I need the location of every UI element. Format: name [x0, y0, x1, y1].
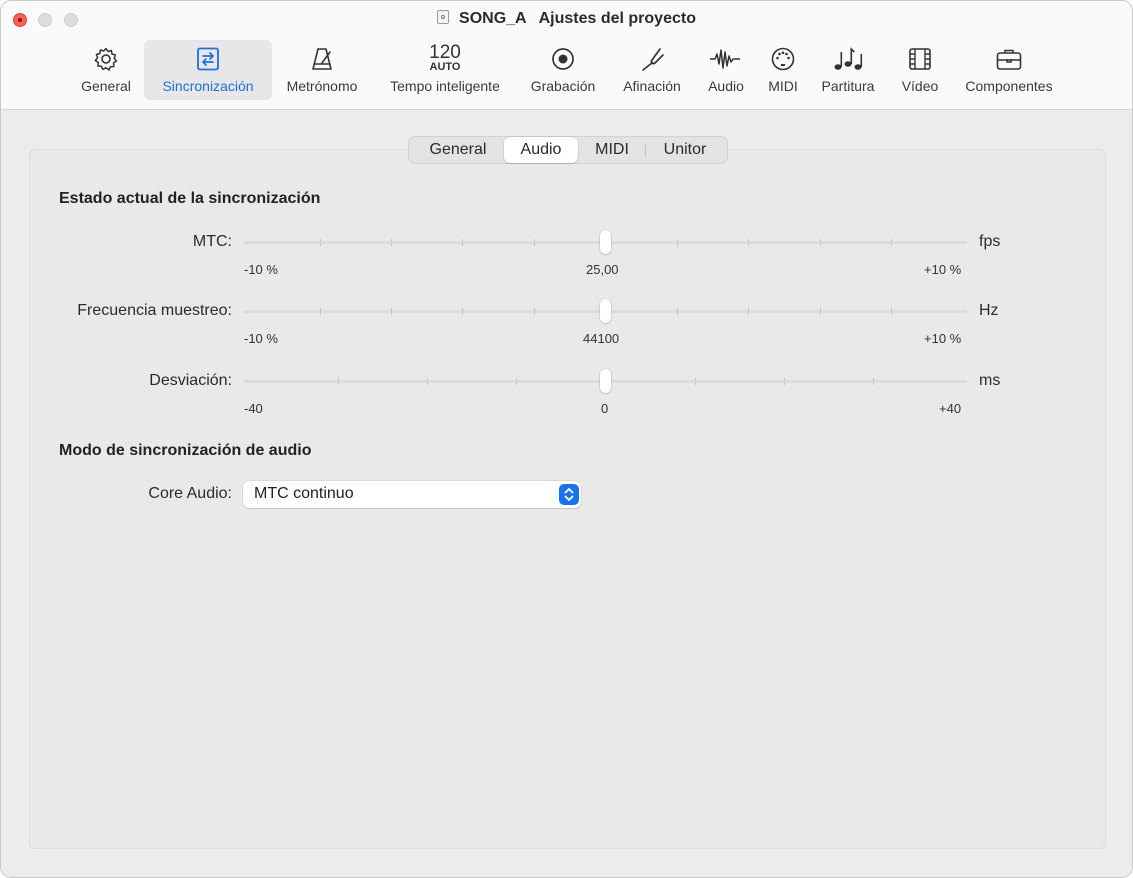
tick: [695, 378, 696, 385]
tick: [820, 239, 821, 246]
toolbar-tuning[interactable]: Afinación: [614, 40, 690, 100]
tick: [338, 378, 339, 385]
record-icon: [522, 46, 604, 72]
toolbar-label: Tempo inteligente: [390, 78, 500, 94]
deviation-label: Desviación:: [149, 372, 232, 389]
tempo-mode: AUTO: [429, 61, 461, 73]
toolbar-label: Afinación: [623, 78, 681, 94]
core-audio-value: MTC continuo: [254, 485, 354, 502]
notes-icon: [813, 46, 883, 72]
subtab-general[interactable]: General: [412, 137, 504, 163]
toolbar-label: Partitura: [821, 78, 875, 94]
toolbar-label: MIDI: [768, 78, 798, 94]
tick: [462, 239, 463, 246]
tick: [534, 239, 535, 246]
tick: [391, 239, 392, 246]
tick: [891, 239, 892, 246]
tick: [677, 308, 678, 315]
chevron-up-down-icon: [559, 484, 579, 505]
mtc-value: 25,00: [586, 262, 619, 277]
audio-sync-mode-heading: Modo de sincronización de audio: [59, 442, 312, 459]
toolbar-label: Audio: [708, 78, 744, 94]
tick: [391, 308, 392, 315]
tempo-bpm: 120: [429, 42, 461, 63]
document-icon: [437, 10, 450, 24]
tick: [820, 308, 821, 315]
subtab-audio[interactable]: Audio: [504, 137, 578, 163]
gear-icon: [73, 46, 139, 72]
tick: [873, 378, 874, 385]
film-icon: [894, 46, 946, 72]
briefcase-icon: [955, 46, 1063, 72]
tick: [784, 378, 785, 385]
waveform-icon: [701, 46, 751, 72]
toolbar-score[interactable]: Partitura: [813, 40, 883, 100]
tick: [320, 308, 321, 315]
toolbar-sync[interactable]: Sincronización: [144, 40, 272, 100]
tick: [427, 378, 428, 385]
deviation-meter: [244, 369, 967, 393]
sample-rate-meter: [244, 299, 967, 323]
mtc-unit: fps: [979, 233, 1001, 250]
toolbar-label: Metrónomo: [286, 78, 358, 94]
tick: [462, 308, 463, 315]
tick: [534, 308, 535, 315]
sample-rate-unit: Hz: [979, 302, 999, 319]
mtc-label: MTC:: [192, 233, 232, 250]
deviation-unit: ms: [979, 372, 1001, 389]
mtc-min: -10 %: [244, 262, 278, 277]
toolbar-midi[interactable]: MIDI: [760, 40, 806, 100]
toolbar-metronome[interactable]: Metrónomo: [278, 40, 366, 100]
toolbar-recording[interactable]: Grabación: [522, 40, 604, 100]
toolbar-label: Componentes: [965, 78, 1053, 94]
sync-status-heading: Estado actual de la sincronización: [59, 190, 321, 207]
subtab-unitor[interactable]: Unitor: [646, 137, 724, 163]
deviation-min: -40: [244, 401, 263, 416]
deviation-max: +40: [939, 401, 962, 416]
tick: [748, 239, 749, 246]
project-name: SONG_A: [459, 10, 527, 27]
sample-rate-min: -10 %: [244, 331, 278, 346]
tick: [320, 239, 321, 246]
mtc-indicator: [600, 230, 611, 254]
sync-icon: [144, 46, 272, 72]
mtc-meter: [244, 230, 967, 254]
sample-rate-label: Frecuencia muestreo:: [77, 302, 232, 319]
midi-port-icon: [760, 46, 806, 72]
core-audio-label: Core Audio:: [148, 485, 232, 502]
sample-rate-value: 44100: [583, 331, 620, 346]
toolbar-smart-tempo[interactable]: 120 AUTO Tempo inteligente: [379, 40, 511, 100]
toolbar-video[interactable]: Vídeo: [894, 40, 946, 100]
toolbar-label: Vídeo: [901, 78, 939, 94]
sample-rate-max: +10 %: [924, 331, 962, 346]
core-audio-popup[interactable]: MTC continuo: [243, 481, 581, 508]
deviation-value: 0: [601, 401, 609, 416]
titlebar: SONG_A Ajustes del proyecto General Sincr…: [1, 1, 1132, 110]
tuning-fork-icon: [614, 46, 690, 72]
toolbar-components[interactable]: Componentes: [955, 40, 1063, 100]
window-subtitle: Ajustes del proyecto: [538, 10, 696, 27]
toolbar-label: Sincronización: [162, 78, 254, 94]
toolbar-general[interactable]: General: [73, 40, 139, 100]
smart-tempo-icon: 120 AUTO: [379, 42, 511, 74]
tick: [891, 308, 892, 315]
subtab-bar: General Audio MIDI Unitor: [408, 136, 728, 164]
tick: [677, 239, 678, 246]
toolbar-label: General: [81, 78, 131, 94]
window-title: SONG_A Ajustes del proyecto: [1, 10, 1132, 28]
sample-rate-indicator: [600, 299, 611, 323]
toolbar-audio[interactable]: Audio: [701, 40, 751, 100]
tick: [516, 378, 517, 385]
subtab-midi[interactable]: MIDI: [579, 137, 645, 163]
toolbar-label: Grabación: [530, 78, 596, 94]
deviation-indicator: [600, 369, 611, 393]
mtc-max: +10 %: [924, 262, 962, 277]
project-settings-window: SONG_A Ajustes del proyecto General Sincr…: [0, 0, 1133, 878]
metronome-icon: [278, 46, 366, 72]
tick: [748, 308, 749, 315]
